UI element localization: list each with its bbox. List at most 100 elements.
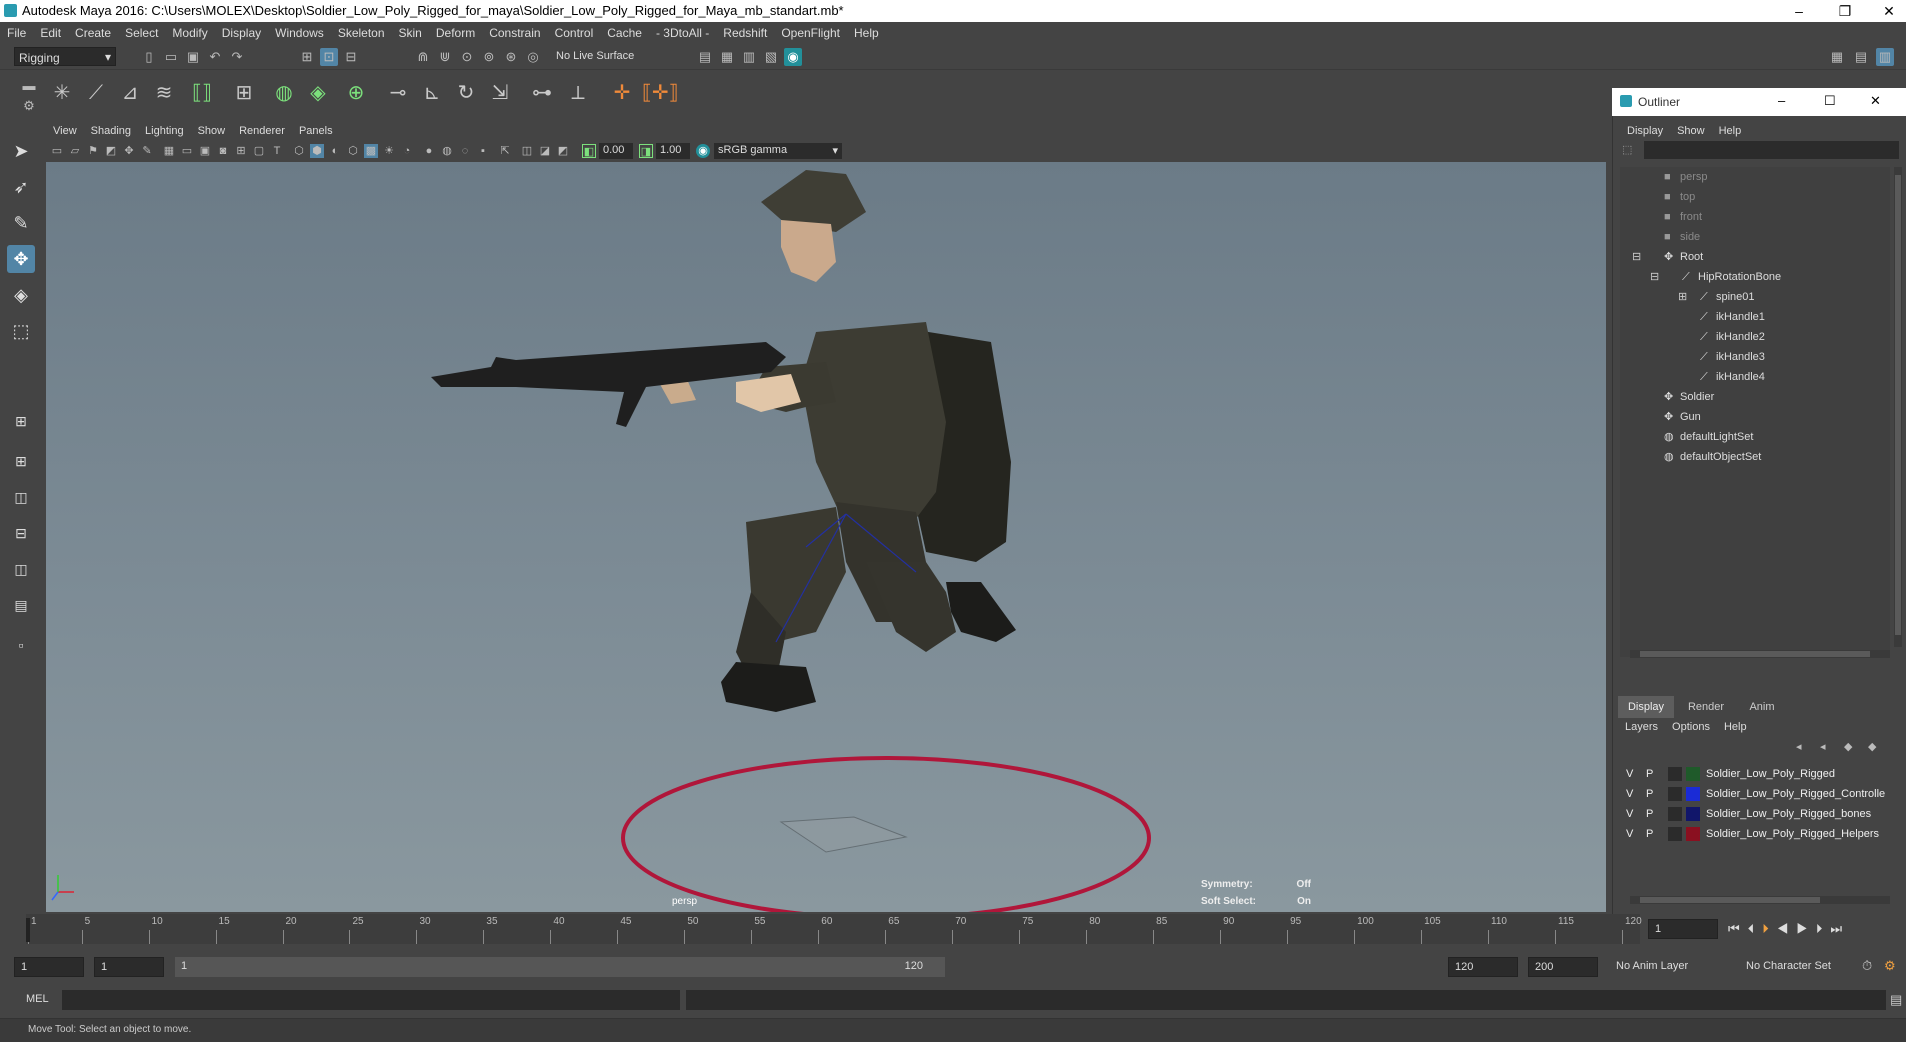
collapse-icon[interactable]: ⊟ bbox=[1650, 267, 1659, 287]
hypershade-icon[interactable]: ◉ bbox=[784, 48, 802, 66]
shelf-gear-icon[interactable]: ⚙ bbox=[20, 97, 38, 115]
layout-menu-icon[interactable]: ▫ bbox=[7, 631, 35, 659]
auto-key-icon[interactable]: ⏱ bbox=[1862, 958, 1872, 974]
snap-view-icon[interactable]: ⊚ bbox=[480, 48, 498, 66]
step-back-key-icon[interactable]: ⏴ bbox=[1748, 921, 1763, 936]
minimize-button[interactable]: – bbox=[1776, 0, 1822, 22]
new-scene-icon[interactable]: ▯ bbox=[140, 48, 158, 66]
layer-display-type[interactable] bbox=[1668, 807, 1682, 821]
viewport-menu-lighting[interactable]: Lighting bbox=[138, 121, 191, 137]
locator-icon[interactable]: ✛ bbox=[606, 77, 638, 109]
ipr-render-icon[interactable]: ▥ bbox=[740, 48, 758, 66]
field-chart-icon[interactable]: ⊞ bbox=[234, 144, 248, 158]
camera-attributes-icon[interactable]: ▱ bbox=[68, 144, 82, 158]
menu-help[interactable]: Help bbox=[847, 22, 886, 40]
expand-icon[interactable]: ⊞ bbox=[1678, 287, 1687, 307]
select-hierarchy-icon[interactable]: ⊞ bbox=[298, 48, 316, 66]
layer-row[interactable]: V P Soldier_Low_Poly_Rigged_Controlle bbox=[1620, 784, 1906, 804]
snap-surface-icon[interactable]: ⊛ bbox=[502, 48, 520, 66]
camera-select-icon[interactable]: ▭ bbox=[50, 144, 64, 158]
orient-joint-icon[interactable]: ⟦✛⟧ bbox=[642, 77, 679, 109]
depth-of-field-icon[interactable]: ▪ bbox=[476, 144, 490, 158]
select-tool-icon[interactable]: ➤ bbox=[7, 137, 35, 165]
wrap-icon[interactable]: ◈ bbox=[302, 77, 334, 109]
bookmark-icon[interactable]: ⚑ bbox=[86, 144, 100, 158]
scrollbar-thumb[interactable] bbox=[1640, 897, 1820, 903]
scrollbar-thumb[interactable] bbox=[1640, 651, 1870, 657]
menu-display[interactable]: Display bbox=[215, 22, 268, 40]
scrollbar-thumb[interactable] bbox=[1895, 175, 1901, 635]
layer-row[interactable]: V P Soldier_Low_Poly_Rigged bbox=[1620, 764, 1906, 784]
menu-control[interactable]: Control bbox=[548, 22, 601, 40]
layer-playback-toggle[interactable]: P bbox=[1646, 824, 1653, 844]
viewport-menu-shading[interactable]: Shading bbox=[84, 121, 138, 137]
snap-curve-icon[interactable]: ⋓ bbox=[436, 48, 454, 66]
layer-display-type[interactable] bbox=[1668, 827, 1682, 841]
layer-visibility-toggle[interactable]: V bbox=[1626, 764, 1633, 784]
menu-constrain[interactable]: Constrain bbox=[482, 22, 547, 40]
select-object-icon[interactable]: ⊡ bbox=[320, 48, 338, 66]
pole-vector-icon[interactable]: ⟂ bbox=[562, 77, 594, 109]
script-language-toggle[interactable]: MEL bbox=[26, 993, 49, 1005]
tree-item-persp[interactable]: ■ persp bbox=[1620, 167, 1906, 187]
layer-display-type[interactable] bbox=[1668, 787, 1682, 801]
screen-space-ao-icon[interactable]: ● bbox=[422, 144, 436, 158]
shelf-tab-icon[interactable]: ▬ bbox=[20, 77, 38, 95]
layer-row[interactable]: V P Soldier_Low_Poly_Rigged_bones bbox=[1620, 804, 1906, 824]
outliner-vertical-scrollbar[interactable] bbox=[1894, 167, 1902, 647]
scale-constraint-icon[interactable]: ⇲ bbox=[484, 77, 516, 109]
open-scene-icon[interactable]: ▭ bbox=[162, 48, 180, 66]
aim-constraint-icon[interactable]: ⊾ bbox=[416, 77, 448, 109]
time-slider[interactable]: 1 5 10 15 20 25 30 35 40 45 50 55 60 65 70 75 80 85 90 95 10… bbox=[0, 914, 1906, 944]
cluster-icon[interactable]: ⊞ bbox=[228, 77, 260, 109]
layer-row[interactable]: V P Soldier_Low_Poly_Rigged_Helpers bbox=[1620, 824, 1906, 844]
snap-grid-icon[interactable]: ⋒ bbox=[414, 48, 432, 66]
tree-item-spine01[interactable]: ⊞ ⟋ spine01 bbox=[1620, 287, 1906, 307]
xray-icon[interactable]: ◫ bbox=[520, 144, 534, 158]
safe-title-icon[interactable]: T bbox=[270, 144, 284, 158]
color-management-icon[interactable]: ◉ bbox=[696, 144, 710, 158]
script-editor-icon[interactable]: ▤ bbox=[1890, 992, 1902, 1008]
attribute-editor-icon[interactable]: ▥ bbox=[1876, 48, 1894, 66]
persp-outliner-layout-icon[interactable]: ◫ bbox=[7, 483, 35, 511]
menu-redshift[interactable]: Redshift bbox=[716, 22, 774, 40]
menu-skin[interactable]: Skin bbox=[392, 22, 429, 40]
viewport-menu-show[interactable]: Show bbox=[191, 121, 233, 137]
smooth-shade-icon[interactable]: ⬢ bbox=[310, 144, 324, 158]
rotate-tool-icon[interactable]: ◈ bbox=[7, 281, 35, 309]
tree-item-side[interactable]: ■ side bbox=[1620, 227, 1906, 247]
outliner-menu-help[interactable]: Help bbox=[1712, 121, 1749, 137]
restore-button[interactable]: ❐ bbox=[1822, 0, 1868, 22]
animation-start-field[interactable]: 1 bbox=[14, 957, 84, 977]
save-scene-icon[interactable]: ▣ bbox=[184, 48, 202, 66]
time-ruler[interactable]: 1 5 10 15 20 25 30 35 40 45 50 55 60 65 70 75 80 85 90 95 10… bbox=[26, 914, 1642, 944]
layer-display-type[interactable] bbox=[1668, 767, 1682, 781]
collapse-icon[interactable]: ⊟ bbox=[1632, 247, 1641, 267]
tree-item-top[interactable]: ■ top bbox=[1620, 187, 1906, 207]
gate-mask-icon[interactable]: ◙ bbox=[216, 144, 230, 158]
anim-layer-dropdown[interactable]: No Anim Layer bbox=[1610, 957, 1730, 977]
resolution-gate-icon[interactable]: ▣ bbox=[198, 144, 212, 158]
play-forward-icon[interactable]: ▶ bbox=[1796, 921, 1816, 936]
outliner-minimize-button[interactable]: – bbox=[1778, 93, 1785, 108]
menu-windows[interactable]: Windows bbox=[268, 22, 331, 40]
step-forward-key-icon[interactable]: ⏵ bbox=[1816, 921, 1831, 936]
new-layer-selected-icon[interactable]: ◆ bbox=[1868, 740, 1876, 753]
close-button[interactable]: ✕ bbox=[1866, 0, 1906, 22]
ik-handle-icon[interactable]: ⊿ bbox=[114, 77, 146, 109]
move-layer-down-icon[interactable]: ◂ bbox=[1820, 740, 1826, 753]
layer-color-swatch[interactable] bbox=[1686, 767, 1700, 781]
perspective-viewport[interactable]: persp Symmetry: Off Soft Select: On bbox=[46, 162, 1606, 912]
shadows-icon[interactable]: ◔ bbox=[400, 144, 414, 158]
channel-box-icon[interactable]: ▤ bbox=[1852, 48, 1870, 66]
default-material-icon[interactable]: ◐ bbox=[328, 144, 342, 158]
tree-item-soldier[interactable]: ✥ Soldier bbox=[1620, 387, 1906, 407]
exposure-field[interactable]: 0.00 bbox=[599, 143, 633, 159]
menu-file[interactable]: File bbox=[0, 22, 33, 40]
layer-tab-render[interactable]: Render bbox=[1678, 696, 1734, 718]
isolate-select-icon[interactable]: ⇱ bbox=[498, 144, 512, 158]
joint-tool-icon[interactable]: ✳ bbox=[46, 77, 78, 109]
viewport-menu-panels[interactable]: Panels bbox=[292, 121, 340, 137]
redo-icon[interactable]: ↷ bbox=[228, 48, 246, 66]
layer-menu-options[interactable]: Options bbox=[1665, 719, 1717, 733]
